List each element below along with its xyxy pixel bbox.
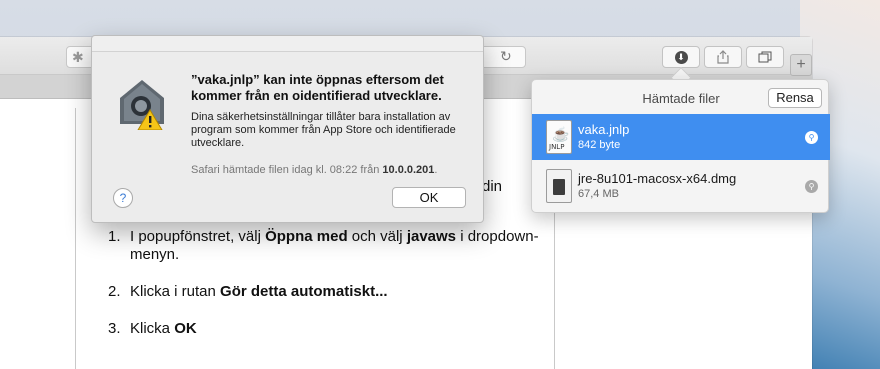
- jnlp-file-icon: ☕ JNLP: [546, 120, 572, 154]
- instruction-list: 1. I popupfönstret, välj Öppna med och v…: [108, 228, 548, 357]
- dmg-file-icon: [546, 169, 572, 203]
- downloads-popover: Hämtade filer Rensa ☕ JNLP vaka.jnlp 842…: [531, 79, 830, 213]
- show-tabs-button[interactable]: [746, 46, 784, 68]
- tabs-icon: [758, 51, 772, 63]
- alert-dialog: ”vaka.jnlp” kan inte öppnas eftersom det…: [91, 35, 484, 223]
- share-icon: [717, 50, 729, 64]
- download-size: 842 byte: [578, 139, 621, 151]
- new-tab-button[interactable]: +: [790, 54, 812, 76]
- dialog-download-info: Safari hämtade filen idag kl. 08:22 från…: [191, 164, 438, 176]
- dialog-titlebar: [92, 36, 483, 52]
- ok-button[interactable]: OK: [392, 187, 466, 208]
- magnifier-icon[interactable]: ⚲: [805, 180, 818, 193]
- download-filename: jre-8u101-macosx-x64.dmg: [578, 171, 737, 186]
- downloads-button[interactable]: ⬇: [662, 46, 700, 68]
- text-fragment: din: [482, 178, 503, 195]
- puzzle-icon[interactable]: ✱: [72, 49, 88, 65]
- magnifier-icon[interactable]: ⚲: [805, 131, 818, 144]
- list-item: 3. Klicka OK: [108, 320, 197, 337]
- share-button[interactable]: [704, 46, 742, 68]
- gatekeeper-warning-icon: [120, 80, 164, 130]
- download-item[interactable]: jre-8u101-macosx-x64.dmg 67,4 MB ⚲: [532, 163, 830, 209]
- download-item[interactable]: ☕ JNLP vaka.jnlp 842 byte ⚲: [532, 114, 830, 160]
- download-filename: vaka.jnlp: [578, 122, 630, 137]
- dialog-title: ”vaka.jnlp” kan inte öppnas eftersom det…: [191, 72, 444, 103]
- list-item: 2. Klicka i rutan Gör detta automatiskt.…: [108, 283, 388, 300]
- dialog-message: Dina säkerhetsinställningar tillåter bar…: [191, 111, 456, 149]
- help-button[interactable]: ?: [113, 188, 133, 208]
- download-icon: ⬇: [674, 50, 688, 64]
- list-item: 1. I popupfönstret, välj Öppna med och v…: [108, 228, 539, 263]
- reload-icon[interactable]: ↻: [500, 48, 516, 64]
- download-size: 67,4 MB: [578, 188, 619, 200]
- clear-button[interactable]: Rensa: [768, 88, 822, 108]
